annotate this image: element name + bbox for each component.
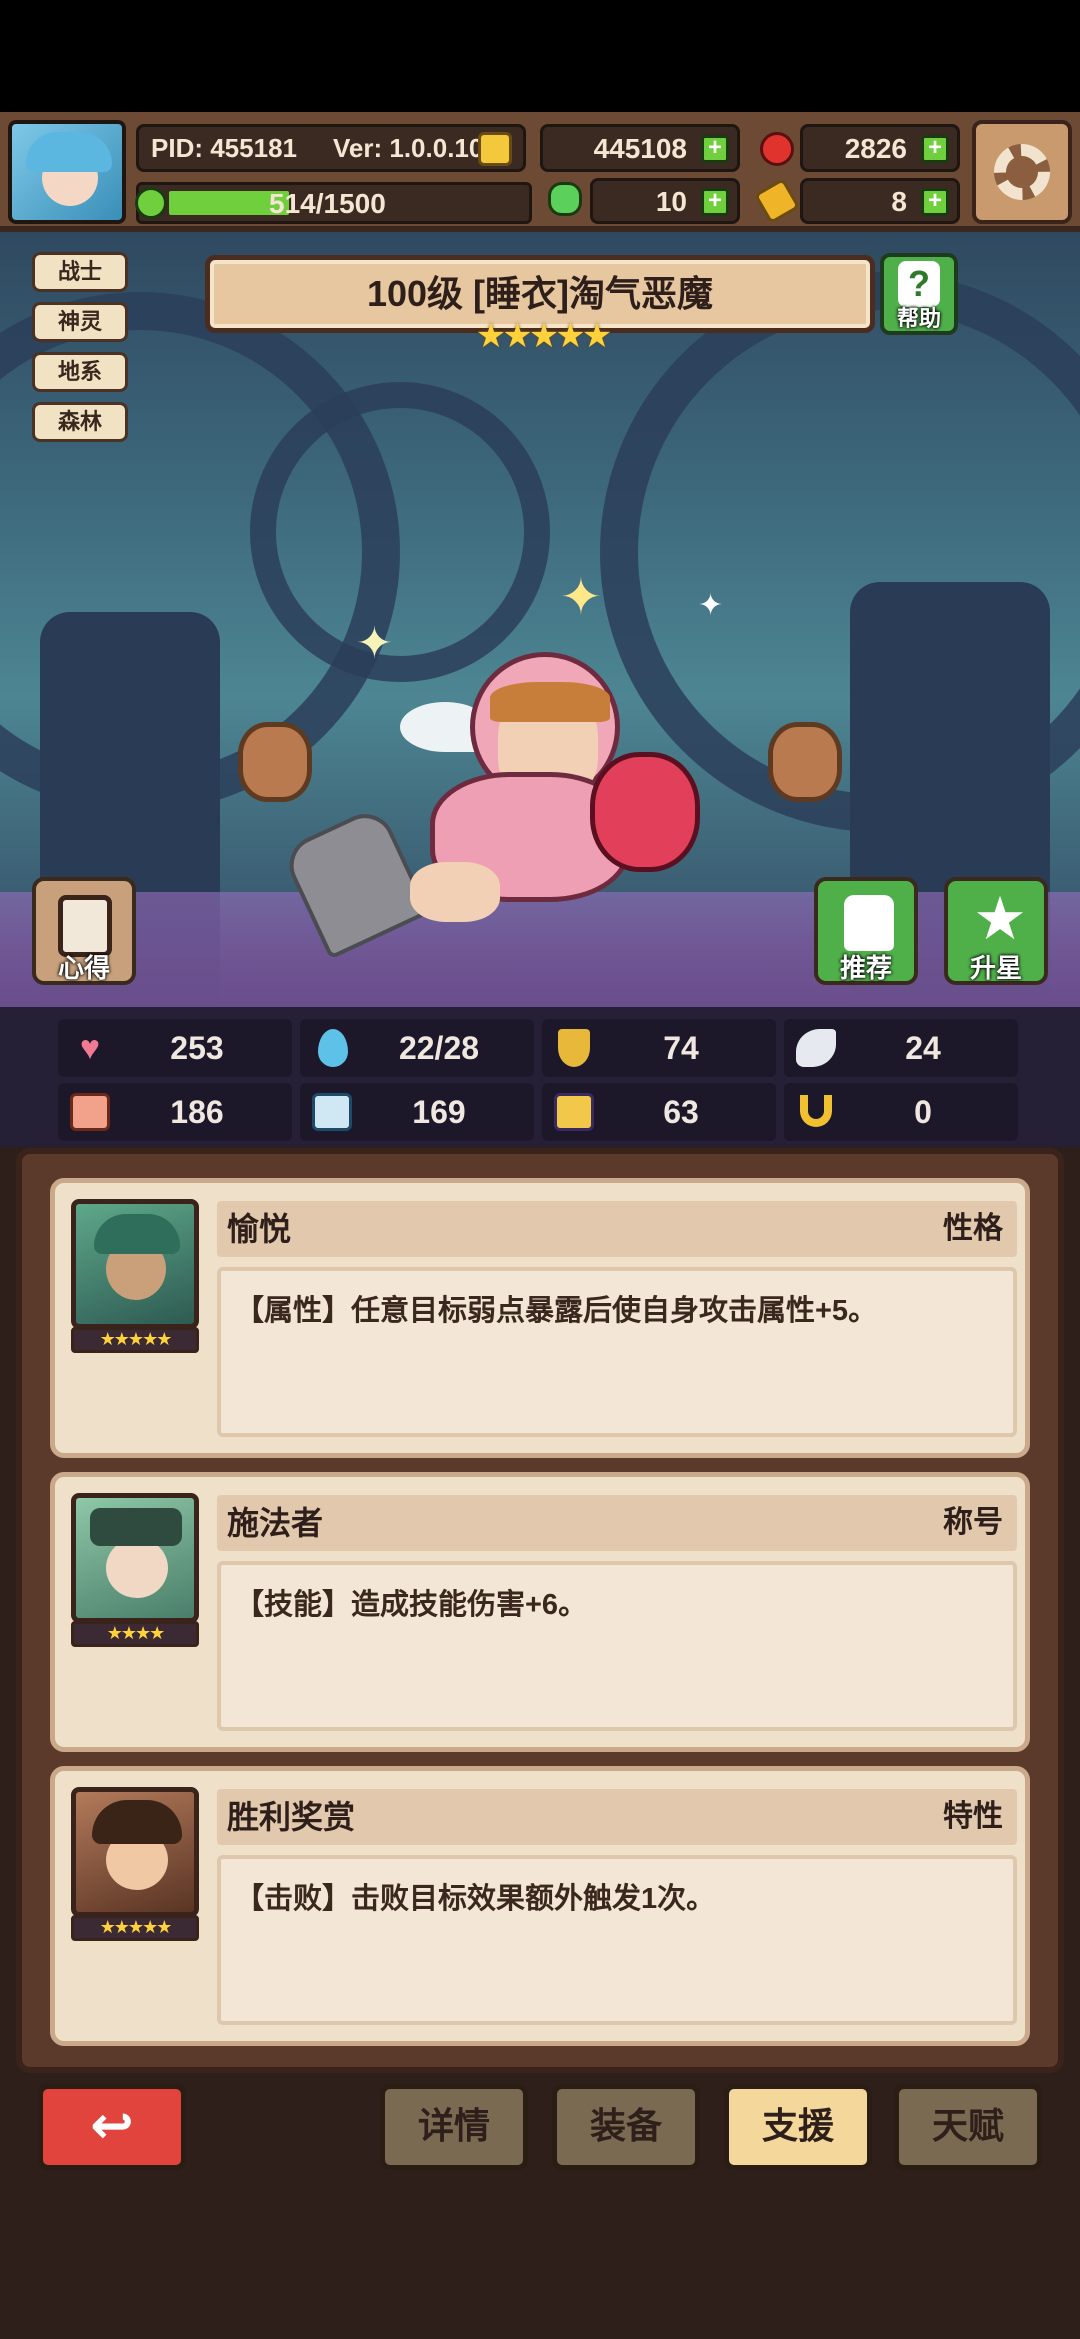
support-header: 施法者 称号 <box>217 1495 1017 1551</box>
gem-amount: 2826 <box>844 133 907 164</box>
support-description: 【击败】击败目标效果额外触发1次。 <box>235 1883 716 1915</box>
tab-talent[interactable]: 天赋 <box>894 2084 1042 2170</box>
support-body: 【击败】击败目标效果额外触发1次。 <box>217 1855 1017 2025</box>
support-description: 【技能】造成技能伤害+6。 <box>235 1589 588 1621</box>
ruby-gem-icon <box>760 132 794 166</box>
exp-bar: 514/1500 <box>135 182 532 224</box>
book-icon <box>312 1093 352 1131</box>
support-body: 【技能】造成技能伤害+6。 <box>217 1561 1017 1731</box>
water-drop-icon <box>318 1029 348 1067</box>
sparkle-icon: ✦ <box>698 589 724 622</box>
tab-details[interactable]: 详情 <box>380 2084 528 2170</box>
exp-icon <box>135 187 167 219</box>
gold-coin-icon <box>478 132 512 166</box>
stat-speed: 24 <box>784 1019 1018 1077</box>
support-card[interactable]: ★★★★★ 愉悦 性格 【属性】任意目标弱点暴露后使自身攻击属性+5。 <box>50 1178 1030 1458</box>
clover-counter: 10 + <box>590 178 740 224</box>
horseshoe-icon <box>800 1095 832 1127</box>
support-stars: ★★★★ <box>71 1621 199 1647</box>
player-avatar[interactable] <box>8 120 126 224</box>
support-stars: ★★★★★ <box>71 1915 199 1941</box>
support-header: 胜利奖赏 特性 <box>217 1789 1017 1845</box>
stats-panel: ♥ 253 22/28 74 24 186 169 63 0 <box>0 1007 1080 1147</box>
support-portrait <box>71 1787 199 1917</box>
back-button[interactable]: ↩ <box>38 2084 186 2170</box>
support-body: 【属性】任意目标弱点暴露后使自身攻击属性+5。 <box>217 1267 1017 1437</box>
star-icon: ★ <box>973 885 1027 952</box>
gem-counter: 2826 + <box>800 124 960 172</box>
support-name: 愉悦 <box>227 1211 292 1247</box>
bronze-medal-icon <box>238 722 312 802</box>
gear-icon <box>994 144 1050 200</box>
add-gem-button[interactable]: + <box>921 135 949 163</box>
help-button[interactable]: ? 帮助 <box>880 253 958 335</box>
skill-scroll-icon <box>554 1093 594 1131</box>
help-label: 帮助 <box>896 306 941 331</box>
tab-equipment[interactable]: 装备 <box>552 2084 700 2170</box>
support-stars: ★★★★★ <box>71 1327 199 1353</box>
key-amount: 8 <box>891 186 907 217</box>
clover-icon <box>548 182 582 216</box>
support-name: 施法者 <box>227 1505 324 1541</box>
stat-attack: 186 <box>58 1083 292 1141</box>
support-type: 性格 <box>943 1212 1003 1245</box>
thumbs-up-icon <box>844 895 894 951</box>
support-portrait <box>71 1199 199 1329</box>
fist-icon <box>70 1093 110 1131</box>
race-tag: 神灵 <box>32 302 128 342</box>
element-tag: 地系 <box>32 352 128 392</box>
insight-label: 心得 <box>57 953 110 983</box>
gold-counter: 445108 + <box>540 124 740 172</box>
stat-magic: 169 <box>300 1083 534 1141</box>
clover-amount: 10 <box>655 186 687 217</box>
stat-hp: ♥ 253 <box>58 1019 292 1077</box>
class-tag: 战士 <box>32 252 128 292</box>
support-panel: ★★★★★ 愉悦 性格 【属性】任意目标弱点暴露后使自身攻击属性+5。 ★★★★… <box>16 1148 1064 2073</box>
player-info-panel: PID: 455181 Ver: 1.0.0.10 <box>136 124 526 172</box>
wing-icon <box>796 1029 836 1067</box>
stat-defense: 74 <box>542 1019 776 1077</box>
habitat-tag: 森林 <box>32 402 128 442</box>
tab-support[interactable]: 支援 <box>724 2084 872 2170</box>
bronze-medal-icon <box>768 722 842 802</box>
shield-icon <box>558 1029 590 1067</box>
support-type: 称号 <box>943 1506 1003 1539</box>
character-sprite <box>380 622 720 952</box>
game-version: Ver: 1.0.0.10 <box>333 133 484 163</box>
settings-gear-button[interactable] <box>972 120 1072 224</box>
player-id: PID: 455181 <box>151 133 297 163</box>
star-up-button[interactable]: ★ 升星 <box>944 877 1048 985</box>
gold-amount: 445108 <box>593 133 687 164</box>
star-up-label: 升星 <box>969 953 1022 983</box>
status-bar <box>0 0 1080 112</box>
support-card[interactable]: ★★★★★ 胜利奖赏 特性 【击败】击败目标效果额外触发1次。 <box>50 1766 1030 2046</box>
add-key-button[interactable]: + <box>921 188 949 216</box>
stat-luck: 0 <box>784 1083 1018 1141</box>
add-gold-button[interactable]: + <box>701 135 729 163</box>
recommend-label: 推荐 <box>839 953 892 983</box>
key-counter: 8 + <box>800 178 960 224</box>
heart-icon: ♥ <box>79 1029 101 1067</box>
support-header: 愉悦 性格 <box>217 1201 1017 1257</box>
support-name: 胜利奖赏 <box>227 1799 356 1835</box>
stat-mana: 22/28 <box>300 1019 534 1077</box>
support-portrait <box>71 1493 199 1623</box>
key-icon <box>753 177 801 225</box>
support-description: 【属性】任意目标弱点暴露后使自身攻击属性+5。 <box>235 1295 878 1327</box>
return-arrow-icon: ↩ <box>90 2097 134 2155</box>
sparkle-icon: ✦ <box>560 569 602 625</box>
exp-value: 514/1500 <box>269 188 386 219</box>
support-card[interactable]: ★★★★ 施法者 称号 【技能】造成技能伤害+6。 <box>50 1472 1030 1752</box>
recommend-button[interactable]: 推荐 <box>814 877 918 985</box>
character-star-rating: ★★★★★ <box>475 317 612 355</box>
support-type: 特性 <box>943 1800 1003 1833</box>
insight-button[interactable]: 心得 <box>32 877 136 985</box>
stat-skill: 63 <box>542 1083 776 1141</box>
add-clover-button[interactable]: + <box>701 188 729 216</box>
player-header: PID: 455181 Ver: 1.0.0.10 514/1500 44510… <box>0 112 1080 232</box>
